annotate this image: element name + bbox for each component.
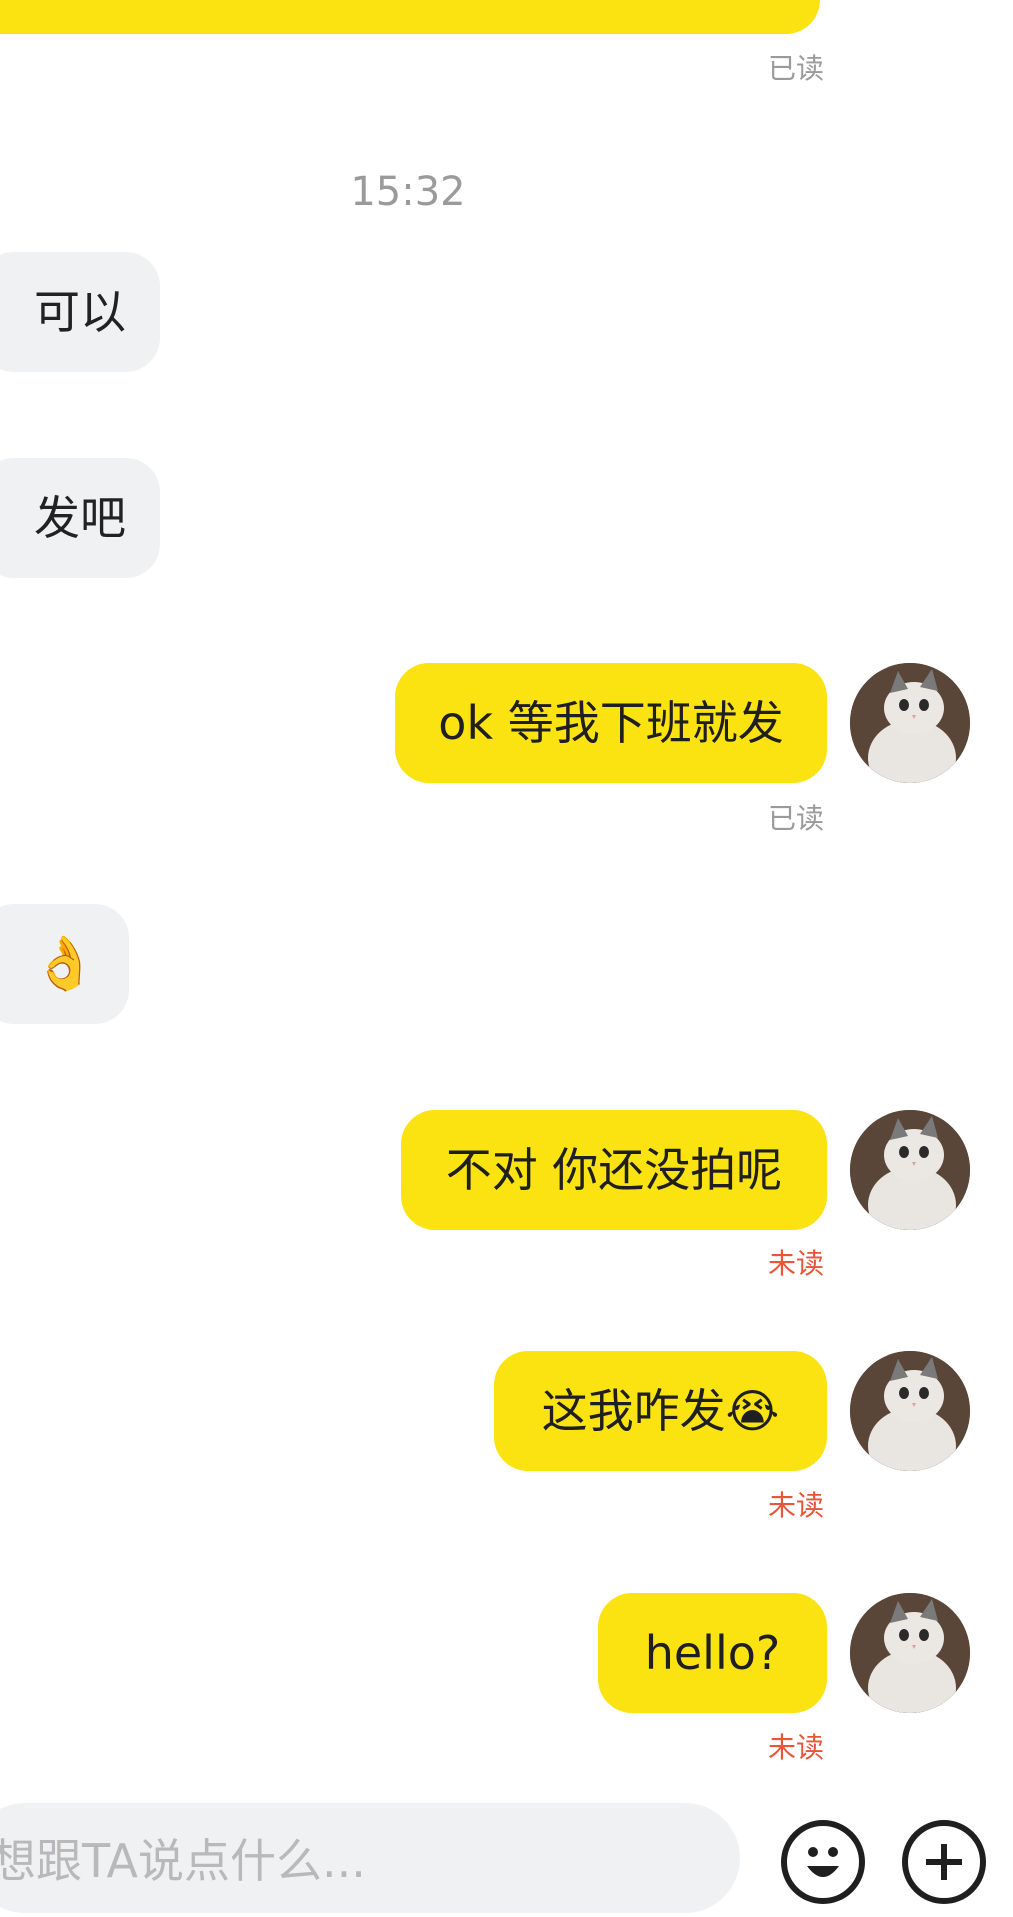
cat-avatar[interactable] [850,1110,970,1230]
ok-hand-emoji: 👌 [32,934,97,994]
unread-receipt: 未读 [767,1247,824,1280]
outgoing-message-bubble[interactable]: 不对 你还没拍呢 [401,1110,827,1230]
smiley-face-icon[interactable] [781,1820,865,1904]
plus-circle-icon[interactable] [902,1820,986,1904]
read-receipt: 已读 [767,802,824,835]
cat-avatar[interactable] [850,663,970,783]
cat-avatar[interactable] [850,1593,970,1713]
outgoing-message-bubble[interactable]: ok 等我下班就发 [395,663,827,783]
partial-message-bubble[interactable] [0,0,820,34]
unread-receipt: 未读 [767,1731,824,1764]
incoming-message-bubble[interactable]: 可以 [0,252,160,372]
incoming-message-bubble[interactable]: 发吧 [0,458,160,578]
message-timestamp: 15:32 [350,169,466,215]
message-input-field[interactable]: 想跟TA说点什么... [0,1803,740,1913]
read-receipt: 已读 [767,52,824,85]
input-placeholder: 想跟TA说点什么... [0,1834,366,1888]
cat-avatar[interactable] [850,1351,970,1471]
unread-receipt: 未读 [767,1489,824,1522]
incoming-emoji-bubble[interactable]: 👌 [0,904,129,1024]
outgoing-message-bubble[interactable]: 这我咋发😭 [494,1351,827,1471]
outgoing-message-bubble[interactable]: hello? [598,1593,827,1713]
